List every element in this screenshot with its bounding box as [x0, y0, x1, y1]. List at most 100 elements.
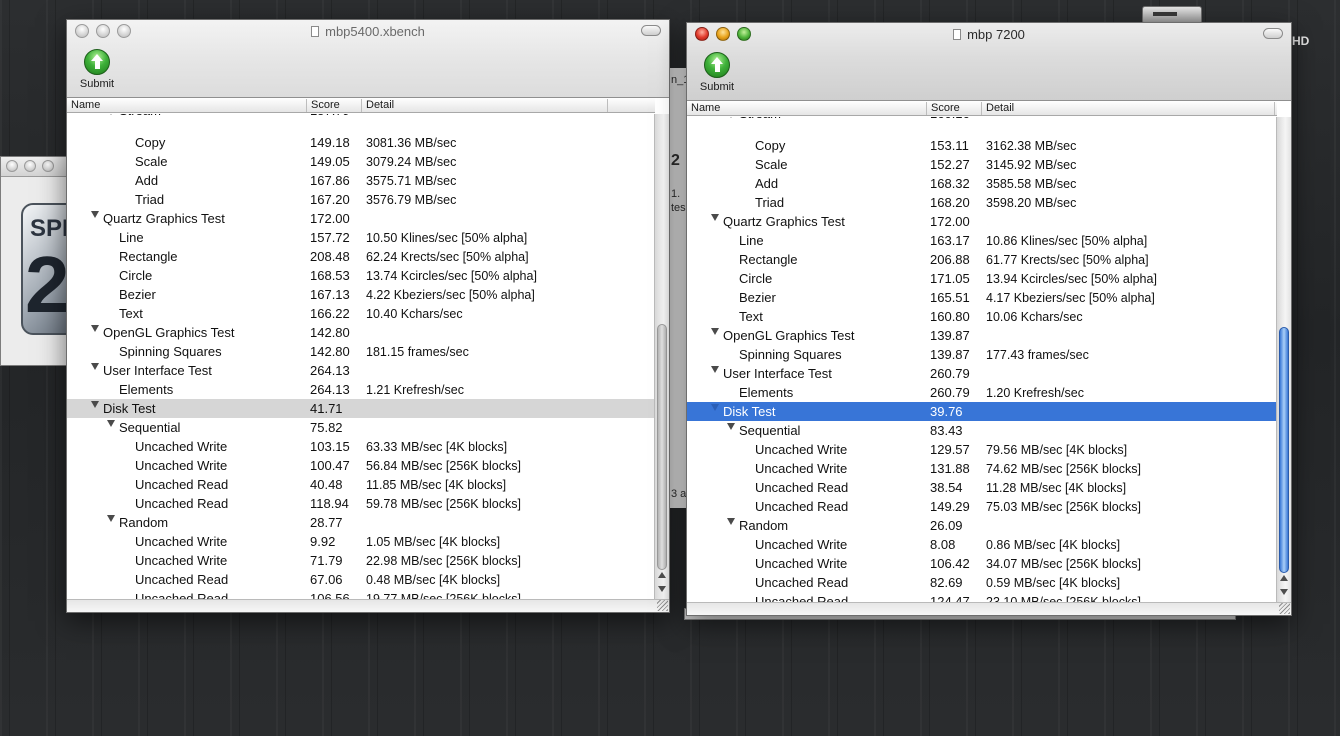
table-row[interactable]: Line 157.72 10.50 Klines/sec [50% alpha]: [67, 228, 655, 247]
scroll-thumb[interactable]: [657, 324, 667, 570]
table-row[interactable]: Stream 157.79: [67, 114, 655, 133]
submit-button[interactable]: Submit: [75, 49, 119, 90]
table-row[interactable]: Bezier 165.51 4.17 Kbeziers/sec [50% alpha…: [687, 288, 1277, 307]
disclosure-triangle-icon[interactable]: [711, 328, 719, 335]
table-row[interactable]: Bezier 167.13 4.22 Kbeziers/sec [50% alpha…: [67, 285, 655, 304]
vertical-scrollbar[interactable]: [654, 114, 669, 599]
scroll-up-arrow-icon[interactable]: [658, 572, 666, 578]
resize-grip-icon[interactable]: [657, 600, 668, 611]
table-row[interactable]: Random 28.77: [67, 513, 655, 532]
table-row[interactable]: Uncached Read 106.56 19.77 MB/sec [256K bl…: [67, 589, 655, 599]
table-row[interactable]: User Interface Test 260.79: [687, 364, 1277, 383]
table-row[interactable]: Triad 167.20 3576.79 MB/sec: [67, 190, 655, 209]
disclosure-triangle-icon[interactable]: [711, 214, 719, 221]
table-row[interactable]: Stream 160.16: [687, 117, 1277, 136]
table-row[interactable]: Circle 168.53 13.74 Kcircles/sec [50% alph…: [67, 266, 655, 285]
hard-drive-label[interactable]: HD: [1292, 34, 1309, 48]
close-button[interactable]: [6, 160, 18, 172]
document-icon[interactable]: [953, 29, 962, 40]
table-row[interactable]: Uncached Write 131.88 74.62 MB/sec [256K b…: [687, 459, 1277, 478]
resize-grip-icon[interactable]: [1279, 603, 1290, 614]
table-row[interactable]: Uncached Write 100.47 56.84 MB/sec [256K b…: [67, 456, 655, 475]
background-app-titlebar[interactable]: [1, 157, 69, 177]
background-app-window[interactable]: SPI 2: [0, 156, 70, 366]
background-window-sliver[interactable]: n_1 2 1. tes 3 a: [668, 68, 688, 508]
table-row[interactable]: Quartz Graphics Test 172.00: [687, 212, 1277, 231]
table-row[interactable]: Text 160.80 10.06 Kchars/sec: [687, 307, 1277, 326]
table-row[interactable]: Rectangle 208.48 62.24 Krects/sec [50% alp…: [67, 247, 655, 266]
xbench-window-mbp7200[interactable]: mbp 7200 Submit Name Score Detail Stream…: [686, 22, 1292, 616]
disclosure-triangle-icon[interactable]: [107, 420, 115, 427]
table-row[interactable]: Sequential 83.43: [687, 421, 1277, 440]
disclosure-triangle-icon[interactable]: [727, 423, 735, 430]
table-row-selected[interactable]: Disk Test 41.71: [67, 399, 655, 418]
table-row[interactable]: Uncached Read 38.54 11.28 MB/sec [4K block…: [687, 478, 1277, 497]
column-header-detail[interactable]: Detail: [362, 99, 608, 112]
disclosure-triangle-icon[interactable]: [91, 211, 99, 218]
table-row[interactable]: Uncached Read 82.69 0.59 MB/sec [4K blocks…: [687, 573, 1277, 592]
table-row[interactable]: Spinning Squares 139.87 177.43 frames/sec: [687, 345, 1277, 364]
table-row[interactable]: OpenGL Graphics Test 142.80: [67, 323, 655, 342]
table-row[interactable]: Uncached Write 71.79 22.98 MB/sec [256K bl…: [67, 551, 655, 570]
disclosure-triangle-icon[interactable]: [711, 366, 719, 373]
table-row[interactable]: Uncached Read 40.48 11.85 MB/sec [4K block…: [67, 475, 655, 494]
table-row[interactable]: Spinning Squares 142.80 181.15 frames/sec: [67, 342, 655, 361]
table-row[interactable]: Rectangle 206.88 61.77 Krects/sec [50% alp…: [687, 250, 1277, 269]
toolbar-toggle-button[interactable]: [641, 25, 661, 36]
table-row[interactable]: Add 167.86 3575.71 MB/sec: [67, 171, 655, 190]
submit-button[interactable]: Submit: [695, 52, 739, 93]
disclosure-triangle-icon[interactable]: [107, 114, 115, 115]
document-icon[interactable]: [311, 26, 320, 37]
column-header-name[interactable]: Name: [687, 102, 927, 115]
disclosure-triangle-icon[interactable]: [711, 404, 719, 411]
table-row[interactable]: Uncached Write 8.08 0.86 MB/sec [4K blocks…: [687, 535, 1277, 554]
table-row[interactable]: Uncached Read 67.06 0.48 MB/sec [4K blocks…: [67, 570, 655, 589]
upload-arrow-icon[interactable]: [84, 49, 110, 75]
column-header-detail[interactable]: Detail: [982, 102, 1275, 115]
minimize-button[interactable]: [24, 160, 36, 172]
table-row[interactable]: User Interface Test 264.13: [67, 361, 655, 380]
column-header-score[interactable]: Score: [927, 102, 982, 115]
table-row[interactable]: Copy 149.18 3081.36 MB/sec: [67, 133, 655, 152]
disclosure-triangle-icon[interactable]: [107, 515, 115, 522]
scroll-down-arrow-icon[interactable]: [1280, 589, 1288, 595]
upload-arrow-icon[interactable]: [704, 52, 730, 78]
table-row[interactable]: Uncached Write 106.42 34.07 MB/sec [256K b…: [687, 554, 1277, 573]
table-row[interactable]: Uncached Read 149.29 75.03 MB/sec [256K bl…: [687, 497, 1277, 516]
table-row[interactable]: Elements 260.79 1.20 Krefresh/sec: [687, 383, 1277, 402]
window-titlebar[interactable]: mbp5400.xbench Submit: [67, 20, 669, 98]
disclosure-triangle-icon[interactable]: [91, 401, 99, 408]
disclosure-triangle-icon[interactable]: [727, 518, 735, 525]
table-row[interactable]: Scale 152.27 3145.92 MB/sec: [687, 155, 1277, 174]
table-row[interactable]: Sequential 75.82: [67, 418, 655, 437]
xbench-window-mbp5400[interactable]: mbp5400.xbench Submit Name Score Detail …: [66, 19, 670, 613]
window-titlebar[interactable]: mbp 7200 Submit: [687, 23, 1291, 101]
toolbar-toggle-button[interactable]: [1263, 28, 1283, 39]
table-row[interactable]: Elements 264.13 1.21 Krefresh/sec: [67, 380, 655, 399]
table-row[interactable]: Text 166.22 10.40 Kchars/sec: [67, 304, 655, 323]
table-row[interactable]: Uncached Write 9.92 1.05 MB/sec [4K blocks…: [67, 532, 655, 551]
scroll-down-arrow-icon[interactable]: [658, 586, 666, 592]
table-row[interactable]: Copy 153.11 3162.38 MB/sec: [687, 136, 1277, 155]
table-row-selected[interactable]: Disk Test 39.76: [687, 402, 1277, 421]
disclosure-triangle-icon[interactable]: [91, 363, 99, 370]
table-row[interactable]: Uncached Write 129.57 79.56 MB/sec [4K blo…: [687, 440, 1277, 459]
disclosure-triangle-icon[interactable]: [91, 325, 99, 332]
column-header-score[interactable]: Score: [307, 99, 362, 112]
column-header-name[interactable]: Name: [67, 99, 307, 112]
horizontal-scrollbar[interactable]: [67, 599, 669, 612]
table-row[interactable]: Uncached Read 124.47 23.10 MB/sec [256K bl…: [687, 592, 1277, 602]
table-row[interactable]: Quartz Graphics Test 172.00: [67, 209, 655, 228]
table-row[interactable]: OpenGL Graphics Test 139.87: [687, 326, 1277, 345]
results-outline[interactable]: Stream 160.16 Copy 153.11 3162.38 MB/sec Scal…: [687, 117, 1277, 602]
table-row[interactable]: Uncached Write 103.15 63.33 MB/sec [4K blo…: [67, 437, 655, 456]
results-outline[interactable]: Stream 157.79 Copy 149.18 3081.36 MB/sec Scal…: [67, 114, 655, 599]
table-row[interactable]: Add 168.32 3585.58 MB/sec: [687, 174, 1277, 193]
horizontal-scrollbar[interactable]: [687, 602, 1291, 615]
table-row[interactable]: Circle 171.05 13.94 Kcircles/sec [50% alph…: [687, 269, 1277, 288]
table-row[interactable]: Scale 149.05 3079.24 MB/sec: [67, 152, 655, 171]
table-row[interactable]: Random 26.09: [687, 516, 1277, 535]
disclosure-triangle-icon[interactable]: [727, 117, 735, 118]
zoom-button[interactable]: [42, 160, 54, 172]
scroll-thumb[interactable]: [1279, 327, 1289, 573]
